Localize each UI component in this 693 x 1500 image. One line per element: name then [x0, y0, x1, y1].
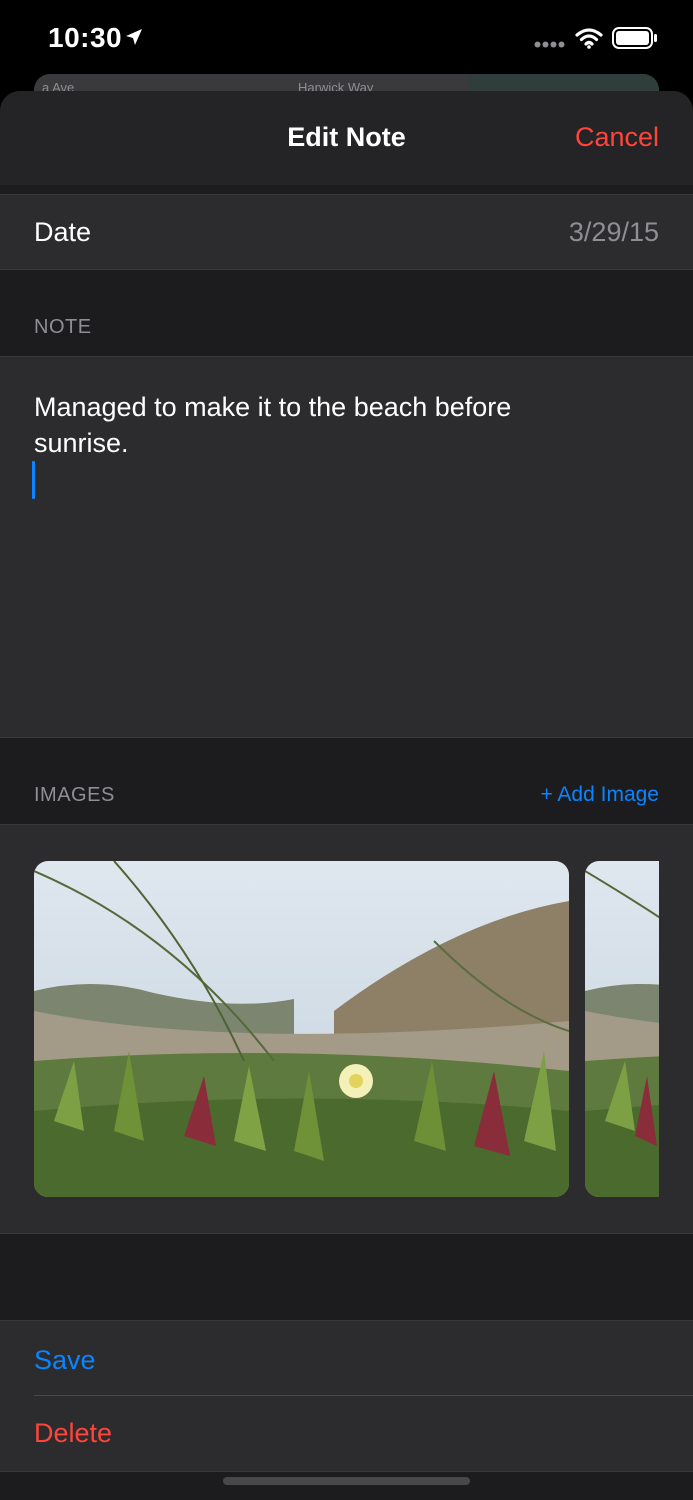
divider: [34, 1395, 693, 1396]
image-thumbnail[interactable]: [585, 861, 659, 1197]
images-section-header: IMAGES: [34, 784, 115, 806]
date-row[interactable]: Date 3/29/15: [0, 194, 693, 270]
note-text-area[interactable]: Managed to make it to the beach before s…: [0, 356, 693, 738]
add-image-button[interactable]: + Add Image: [540, 783, 659, 807]
battery-icon: [612, 27, 657, 49]
date-value[interactable]: 3/29/15: [569, 217, 659, 248]
images-scroll[interactable]: [34, 861, 659, 1197]
image-thumbnail[interactable]: [34, 861, 569, 1197]
home-indicator[interactable]: [223, 1477, 470, 1485]
save-button[interactable]: Save: [34, 1345, 96, 1376]
date-label: Date: [34, 217, 92, 247]
beach-flower-photo: [585, 861, 659, 1197]
cellular-signal-icon: [534, 41, 565, 48]
wifi-icon: [575, 28, 603, 49]
edit-note-sheet: Edit Note Cancel Date 3/29/15 NOTE Manag…: [0, 91, 693, 1500]
note-section-header: NOTE: [34, 316, 92, 338]
actions-group: Save Delete: [0, 1320, 693, 1472]
images-carousel[interactable]: [0, 824, 693, 1234]
note-text[interactable]: Managed to make it to the beach before s…: [34, 389, 594, 461]
location-arrow-icon: [126, 29, 142, 45]
text-cursor: [32, 461, 35, 499]
beach-flower-photo: [34, 861, 569, 1197]
cancel-button[interactable]: Cancel: [575, 122, 659, 153]
status-bar: 10:30: [0, 0, 693, 76]
status-time: 10:30: [48, 22, 123, 53]
delete-button[interactable]: Delete: [34, 1418, 112, 1449]
navigation-bar: Edit Note Cancel: [0, 91, 693, 185]
